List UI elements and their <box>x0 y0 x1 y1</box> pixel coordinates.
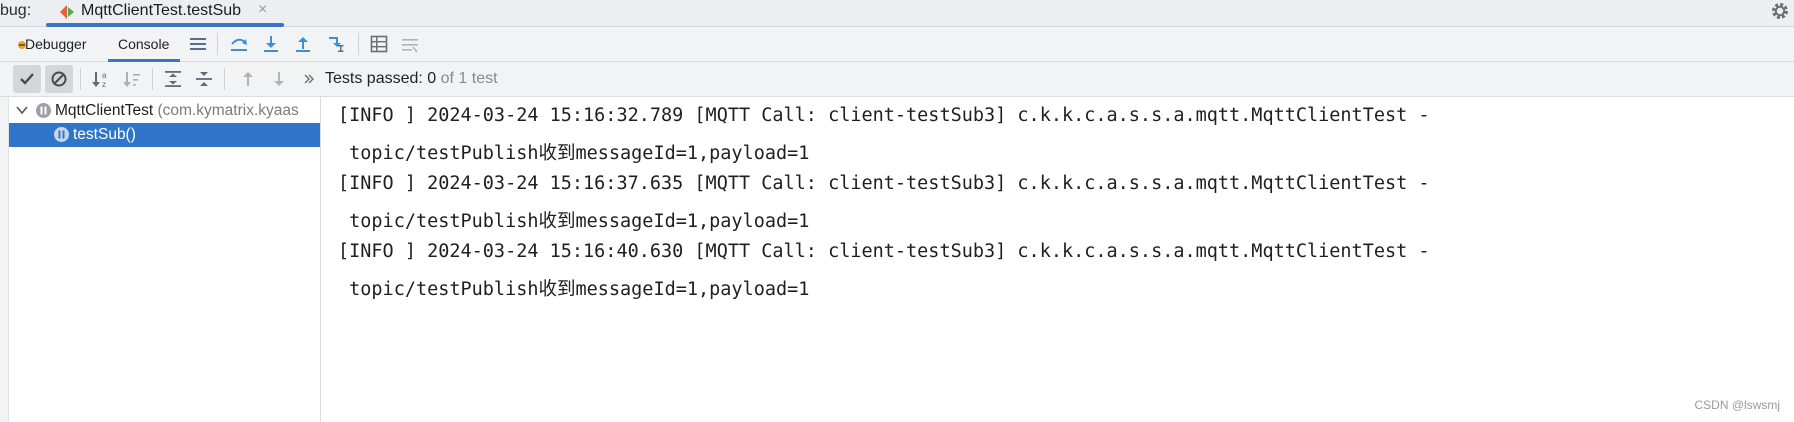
tree-item-testsub[interactable]: testSub() <box>9 123 320 147</box>
more-actions-icon[interactable] <box>296 66 322 92</box>
tab-debugger[interactable]: Debugger <box>10 27 100 61</box>
trace-current-stream-icon[interactable] <box>397 31 423 57</box>
test-class-name: MqttClientTest <box>55 102 154 119</box>
show-ignored-toggle[interactable] <box>45 65 73 93</box>
log-line: [INFO ] 2024-03-24 15:16:32.789 [MQTT Ca… <box>338 105 1430 126</box>
gear-icon[interactable] <box>1770 1 1790 21</box>
svg-text:z: z <box>102 80 106 88</box>
paused-icon <box>36 103 51 118</box>
previous-failed-icon[interactable] <box>235 66 261 92</box>
sort-alphabetically-icon[interactable]: az <box>88 66 114 92</box>
tree-item-label: MqttClientTest (com.kymatrix.kyaas <box>55 102 299 120</box>
step-out-icon[interactable] <box>290 31 316 57</box>
log-line: [INFO ] 2024-03-24 15:16:40.630 [MQTT Ca… <box>338 241 1430 262</box>
tab-console-label: Console <box>118 36 170 52</box>
expand-all-icon[interactable] <box>160 66 186 92</box>
test-tree: MqttClientTest (com.kymatrix.kyaas testS… <box>9 97 321 422</box>
close-icon[interactable]: × <box>258 1 267 19</box>
console-output[interactable]: [INFO ] 2024-03-24 15:16:32.789 [MQTT Ca… <box>321 97 1794 422</box>
chevron-down-icon[interactable] <box>15 103 29 117</box>
log-line: topic/testPublish收到messageId=1,payload=1 <box>338 211 810 232</box>
layout-menu-icon[interactable] <box>185 31 211 57</box>
watermark: CSDN @lswsmj <box>1694 398 1780 412</box>
left-gutter <box>0 97 9 422</box>
tab-console[interactable]: Console <box>108 27 180 62</box>
collapse-all-icon[interactable] <box>191 66 217 92</box>
check-icon <box>20 73 34 85</box>
run-to-cursor-icon[interactable] <box>324 31 350 57</box>
debug-toolbar: Debugger Console <box>0 27 1794 62</box>
toolbar-divider <box>224 68 225 90</box>
paused-icon <box>54 127 69 142</box>
test-package-name: (com.kymatrix.kyaas <box>153 102 299 119</box>
toolbar-divider <box>217 33 218 55</box>
junit-test-icon <box>60 5 74 19</box>
tab-mqttclienttest-testsub[interactable]: MqttClientTest.testSub × <box>46 0 284 27</box>
tab-title: MqttClientTest.testSub <box>81 2 242 19</box>
tab-debugger-label: Debugger <box>25 36 87 52</box>
step-into-icon[interactable] <box>258 31 284 57</box>
toolbar-divider <box>80 68 81 90</box>
next-failed-icon[interactable] <box>266 66 292 92</box>
step-over-icon[interactable] <box>226 31 252 57</box>
ignored-icon <box>51 71 67 87</box>
test-runner-toolbar: az Tests passed: 0 of 1 test <box>0 62 1794 97</box>
evaluate-expression-icon[interactable] <box>366 31 392 57</box>
log-line: [INFO ] 2024-03-24 15:16:37.635 [MQTT Ca… <box>338 173 1430 194</box>
test-status-prefix: Tests passed: <box>325 70 428 87</box>
test-status-text: Tests passed: 0 of 1 test <box>325 70 498 88</box>
log-line: topic/testPublish收到messageId=1,payload=1 <box>338 279 810 300</box>
passed-count: 0 <box>427 70 437 87</box>
tool-window-title: bug: <box>0 2 32 19</box>
svg-text:a: a <box>102 71 107 80</box>
log-line: topic/testPublish收到messageId=1,payload=1 <box>338 143 810 164</box>
total-tests: of 1 test <box>436 70 498 87</box>
toolbar-divider <box>358 33 359 55</box>
toolbar-divider <box>152 68 153 90</box>
tree-item-mqttclienttest[interactable]: MqttClientTest (com.kymatrix.kyaas <box>9 99 320 123</box>
show-passed-toggle[interactable] <box>13 65 41 93</box>
tree-item-label: testSub() <box>73 126 136 143</box>
sort-by-duration-icon[interactable] <box>119 66 145 92</box>
run-tab-bar: bug: MqttClientTest.testSub × <box>0 0 1794 27</box>
